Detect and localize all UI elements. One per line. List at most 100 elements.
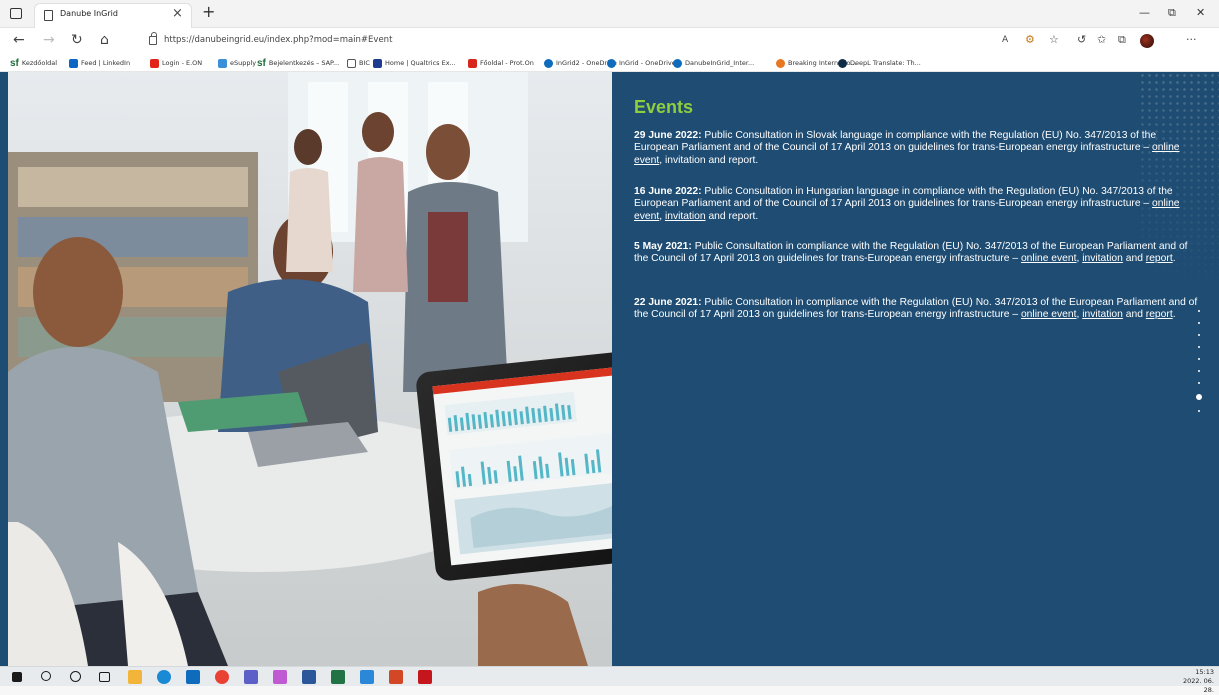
bookmark-item[interactable]: DanubeInGrid_Inter... (673, 57, 754, 69)
event-invitation-link[interactable]: invitation (1082, 309, 1123, 320)
onedrive-icon (544, 58, 553, 68)
file-explorer-icon[interactable] (128, 670, 142, 684)
bookmark-label: eSupply (230, 59, 257, 67)
bookmark-label: DanubeInGrid_Inter... (685, 59, 755, 67)
bookmark-item[interactable]: InGrid - OneDrive (607, 57, 676, 69)
events-panel: Events 29 June 2022: Public Consultation… (612, 72, 1219, 666)
section-dot[interactable] (1198, 310, 1200, 312)
favorites-icon[interactable]: ✩ (1097, 33, 1106, 47)
event-item: 16 June 2022: Public Consultation in Hun… (634, 186, 1202, 223)
section-dot-active[interactable] (1196, 394, 1202, 400)
section-dot[interactable] (1198, 334, 1200, 336)
bookmarks-bar: sf Kezdőoldal Feed | LinkedIn Login - E.ON e… (0, 54, 1219, 72)
url-input[interactable]: https://danubeingrid.eu/index.php?mod=ma… (164, 35, 392, 45)
event-invitation-link[interactable]: invitation (1082, 253, 1123, 264)
favorite-star-icon[interactable]: ☆ (1049, 33, 1059, 47)
bookmark-item[interactable]: sf Kezdőoldal (10, 57, 57, 69)
page-icon (347, 58, 356, 68)
tab-danube-ingrid[interactable]: Danube InGrid × (34, 3, 192, 28)
chrome-icon[interactable] (215, 670, 229, 684)
read-aloud-icon[interactable]: A (1002, 33, 1008, 47)
bookmark-item[interactable]: Login - E.ON (150, 57, 202, 69)
bookmark-item[interactable]: Főoldal - Prot.On (468, 57, 534, 69)
home-icon[interactable]: ⌂ (100, 32, 109, 48)
powerpoint-icon[interactable] (389, 670, 403, 684)
sticky-notes-icon[interactable] (360, 670, 374, 684)
bookmark-label: DeepL Translate: Th... (850, 59, 921, 67)
bookmark-label: Home | Qualtrics Ex... (385, 59, 456, 67)
edge-icon[interactable] (157, 670, 171, 684)
snipping-icon[interactable] (273, 670, 287, 684)
close-window-icon[interactable]: ✕ (1196, 6, 1205, 20)
section-dot[interactable] (1198, 358, 1200, 360)
lock-icon[interactable] (149, 32, 157, 45)
proton-icon (468, 58, 477, 68)
event-online-link[interactable]: online event (1021, 309, 1077, 320)
event-item: 22 June 2021: Public Consultation in com… (634, 297, 1202, 322)
back-icon[interactable]: ← (13, 32, 25, 48)
clock-date: 2022. 06. 28. (1182, 677, 1214, 694)
bookmark-label: Login - E.ON (162, 59, 203, 67)
bookmark-item[interactable]: Feed | LinkedIn (69, 57, 130, 69)
search-icon[interactable] (41, 671, 51, 681)
new-tab-icon[interactable]: + (202, 3, 215, 21)
outlook-icon[interactable] (186, 670, 200, 684)
news-icon (776, 58, 785, 68)
event-item: 29 June 2022: Public Consultation in Slo… (634, 130, 1202, 167)
office-meeting-photo (8, 72, 612, 666)
task-view-icon[interactable] (99, 672, 110, 682)
acrobat-icon[interactable] (418, 670, 432, 684)
collections-icon[interactable]: ⧉ (1118, 33, 1126, 47)
event-date: 29 June 2022: (634, 130, 702, 141)
refresh-icon[interactable]: ↻ (71, 32, 83, 48)
cortana-icon[interactable] (70, 671, 81, 682)
hero-photo (8, 72, 612, 666)
bookmark-label: BIC (359, 59, 370, 67)
bookmark-label: InGrid - OneDrive (619, 59, 676, 67)
event-end: . (1172, 309, 1176, 321)
event-separator: and (1122, 253, 1146, 265)
event-text: Public Consultation in Hungarian languag… (634, 186, 1173, 210)
event-report-link[interactable]: report (1146, 253, 1173, 264)
profile-avatar[interactable] (1140, 34, 1154, 48)
event-date: 22 June 2021: (634, 297, 702, 308)
bookmark-label: Kezdőoldal (21, 59, 58, 67)
section-dot[interactable] (1198, 370, 1200, 372)
section-dot[interactable] (1198, 410, 1200, 412)
event-text: Public Consultation in Slovak language i… (634, 130, 1157, 154)
section-dot[interactable] (1198, 346, 1200, 348)
tab-actions-icon[interactable] (10, 8, 22, 19)
qualtrics-icon (373, 58, 382, 68)
event-online-link[interactable]: online event (1021, 253, 1077, 264)
excel-icon[interactable] (331, 670, 345, 684)
bookmark-item[interactable]: eSupply (218, 57, 256, 69)
event-report-link[interactable]: report (1146, 309, 1173, 320)
system-clock[interactable]: 15:13 2022. 06. 28. (1174, 668, 1214, 695)
more-icon[interactable]: ··· (1186, 33, 1197, 47)
onedrive-icon (607, 58, 616, 68)
refresh-page-icon[interactable]: ↺ (1077, 33, 1086, 47)
windows-start-icon[interactable] (12, 672, 22, 682)
minimize-icon[interactable]: — (1139, 6, 1150, 20)
section-dot[interactable] (1198, 382, 1200, 384)
bookmark-item[interactable]: Home | Qualtrics Ex... (373, 57, 456, 69)
sf-icon: sf (10, 57, 19, 69)
word-icon[interactable] (302, 670, 316, 684)
event-item: 5 May 2021: Public Consultation in compl… (634, 241, 1202, 266)
bookmark-item[interactable]: DeepL Translate: Th... (838, 57, 921, 69)
bookmark-item[interactable]: InGrid2 - OneDrive (544, 57, 617, 69)
windows-taskbar: 15:13 2022. 06. 28. (0, 666, 1219, 694)
extension-icon[interactable]: ⚙ (1025, 33, 1035, 47)
bookmark-item[interactable]: BIC (347, 57, 370, 69)
section-dot[interactable] (1198, 322, 1200, 324)
close-tab-icon[interactable]: × (172, 6, 183, 22)
bookmark-item[interactable]: sf Bejelentkezés – SAP... (257, 57, 339, 69)
event-date: 16 June 2022: (634, 186, 702, 197)
forward-icon[interactable]: → (43, 32, 55, 48)
tab-bar: Danube InGrid × + — ⧉ ✕ (0, 0, 1219, 28)
sf-icon: sf (257, 57, 266, 69)
teams-icon[interactable] (244, 670, 258, 684)
events-title: Events (634, 97, 694, 117)
event-invitation-link[interactable]: invitation (665, 211, 706, 222)
restore-icon[interactable]: ⧉ (1168, 6, 1176, 20)
